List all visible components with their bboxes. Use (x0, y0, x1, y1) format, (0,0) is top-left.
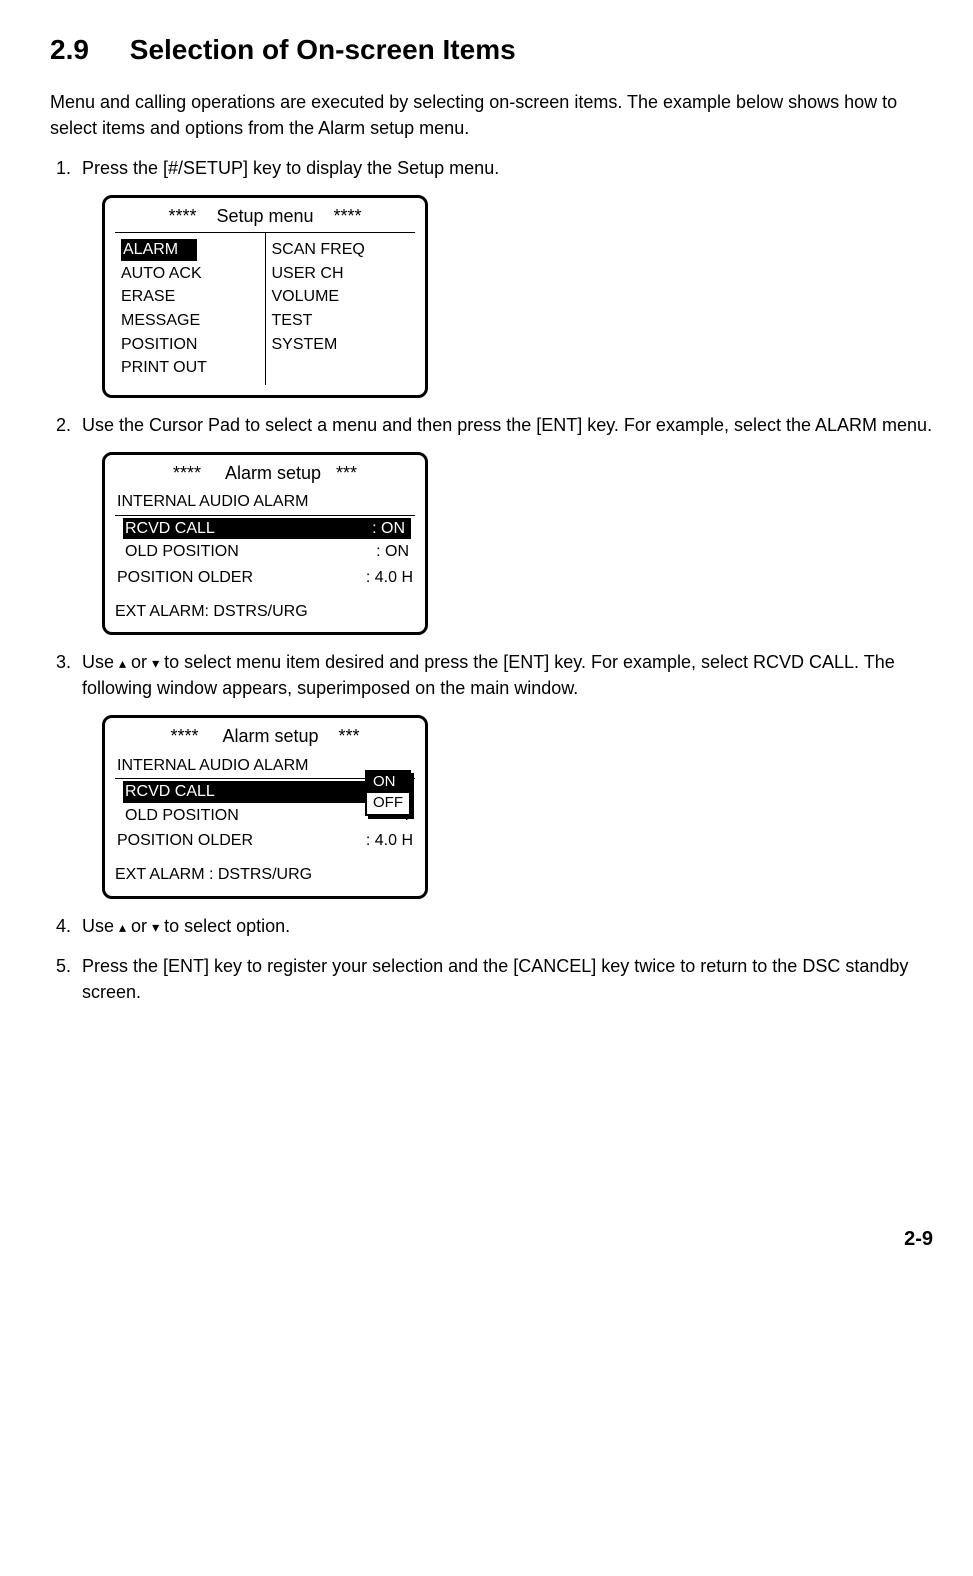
alarm-row-old-position[interactable]: OLD POSITION : ON (123, 541, 411, 563)
section-heading: 2.9 Selection of On-screen Items (50, 30, 933, 71)
setup-menu-screen: **** Setup menu **** ALARM AUTO ACK ERAS… (102, 195, 428, 398)
alarm-row-label: POSITION OLDER (117, 830, 366, 852)
alarm-row-label: OLD POSITION (125, 541, 376, 563)
menu-item-print-out[interactable]: PRINT OUT (121, 357, 259, 379)
alarm-row-label: OLD POSITION (125, 805, 405, 827)
alarm-internal-header: INTERNAL AUDIO ALARM (115, 489, 415, 516)
step-1: Press the [#/SETUP] key to display the S… (76, 155, 933, 398)
step-5-text: Press the [ENT] key to register your sel… (82, 956, 908, 1002)
intro-paragraph: Menu and calling operations are executed… (50, 89, 933, 141)
step-list: Press the [#/SETUP] key to display the S… (50, 155, 933, 1005)
menu-item-system[interactable]: SYSTEM (272, 334, 410, 356)
menu-item-test[interactable]: TEST (272, 310, 410, 332)
step-1-text: Press the [#/SETUP] key to display the S… (82, 158, 499, 178)
step-5: Press the [ENT] key to register your sel… (76, 953, 933, 1005)
alarm-ext-line: EXT ALARM : DSTRS/URG (115, 864, 415, 886)
step-4-text-a: Use (82, 916, 119, 936)
page-number: 2-9 (50, 1225, 933, 1254)
menu-item-auto-ack[interactable]: AUTO ACK (121, 263, 259, 285)
alarm-row-value: : ON (376, 541, 409, 563)
menu-item-scan-freq[interactable]: SCAN FREQ (272, 239, 410, 261)
option-off[interactable]: OFF (367, 793, 409, 814)
section-number: 2.9 (50, 30, 122, 71)
setup-menu-left-col: ALARM AUTO ACK ERASE MESSAGE POSITION PR… (115, 233, 265, 385)
alarm-row-position-older[interactable]: POSITION OLDER : 4.0 H (115, 567, 415, 589)
menu-item-user-ch[interactable]: USER CH (272, 263, 410, 285)
step-2-text: Use the Cursor Pad to select a menu and … (82, 415, 932, 435)
alarm-setup-popup-screen: **** Alarm setup *** INTERNAL AUDIO ALAR… (102, 715, 428, 898)
step-4-text-b: or (126, 916, 152, 936)
setup-menu-right-col: SCAN FREQ USER CH VOLUME TEST SYSTEM (266, 233, 416, 385)
step-4: Use ▴ or ▾ to select option. (76, 913, 933, 939)
up-arrow-icon: ▴ (119, 919, 126, 935)
section-title-text: Selection of On-screen Items (130, 34, 516, 65)
alarm-row-label: RCVD CALL (125, 781, 401, 803)
step-4-text-c: to select option. (159, 916, 290, 936)
alarm-setup-popup-title: **** Alarm setup *** (115, 724, 415, 748)
step-3-text-b: or (126, 652, 152, 672)
step-3: Use ▴ or ▾ to select menu item desired a… (76, 649, 933, 898)
menu-item-alarm[interactable]: ALARM (121, 239, 197, 261)
alarm-row-value: : 4.0 H (366, 830, 413, 852)
option-popup: ON OFF (365, 770, 411, 816)
alarm-setup-screen: **** Alarm setup *** INTERNAL AUDIO ALAR… (102, 452, 428, 635)
step-2: Use the Cursor Pad to select a menu and … (76, 412, 933, 635)
alarm-ext-line: EXT ALARM: DSTRS/URG (115, 601, 415, 623)
menu-item-message[interactable]: MESSAGE (121, 310, 259, 332)
menu-item-erase[interactable]: ERASE (121, 286, 259, 308)
step-3-text-c: to select menu item desired and press th… (82, 652, 895, 698)
menu-item-position[interactable]: POSITION (121, 334, 259, 356)
alarm-row-position-older[interactable]: POSITION OLDER : 4.0 H (115, 830, 415, 852)
menu-item-volume[interactable]: VOLUME (272, 286, 410, 308)
setup-menu-title: **** Setup menu **** (115, 204, 415, 228)
option-on[interactable]: ON (367, 772, 409, 793)
alarm-row-value: : 4.0 H (366, 567, 413, 589)
alarm-row-rcvd-call[interactable]: RCVD CALL : ON (123, 518, 411, 540)
up-arrow-icon: ▴ (119, 655, 126, 671)
step-3-text-a: Use (82, 652, 119, 672)
alarm-row-value: : ON (372, 518, 405, 540)
alarm-row-label: POSITION OLDER (117, 567, 366, 589)
alarm-setup-title: **** Alarm setup *** (115, 461, 415, 485)
alarm-row-label: RCVD CALL (125, 518, 372, 540)
